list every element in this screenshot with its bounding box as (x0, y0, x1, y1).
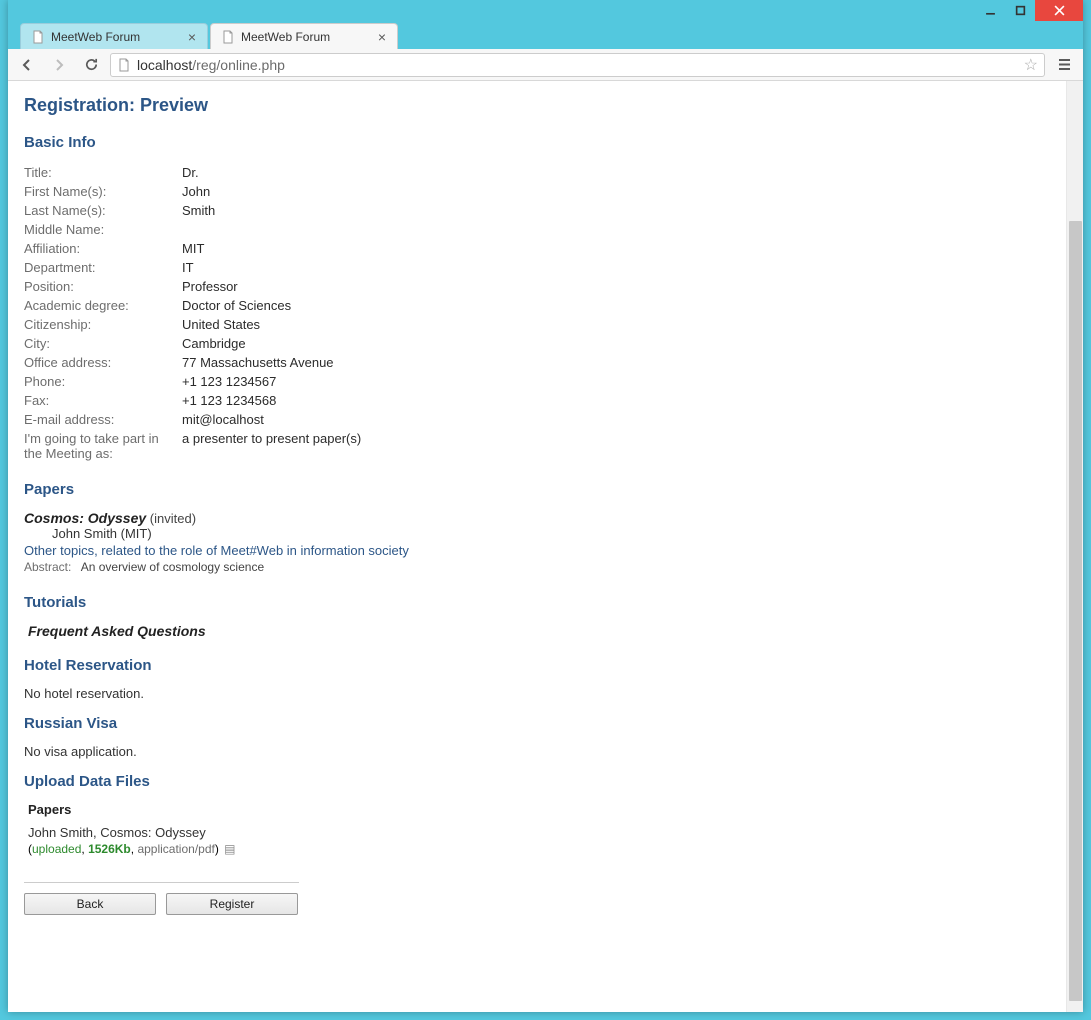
section-hotel: Hotel Reservation (24, 657, 1050, 674)
info-label: Office address: (24, 355, 182, 370)
info-value: John (182, 184, 210, 199)
info-label: Position: (24, 279, 182, 294)
info-row: I'm going to take part in the Meeting as… (24, 429, 1050, 463)
visa-text: No visa application. (24, 744, 1050, 759)
info-value: IT (182, 260, 194, 275)
tab-strip: MeetWeb Forum × MeetWeb Forum × (8, 21, 1083, 49)
window-titlebar (8, 0, 1083, 21)
info-row: Phone:+1 123 1234567 (24, 372, 1050, 391)
browser-menu-button[interactable] (1051, 52, 1077, 78)
browser-window: MeetWeb Forum × MeetWeb Forum × localhos… (8, 0, 1083, 1012)
forward-button[interactable] (46, 52, 72, 78)
info-value: mit@localhost (182, 412, 264, 427)
basic-info-table: Title:Dr.First Name(s):JohnLast Name(s):… (24, 163, 1050, 463)
paper-invited-tag: (invited) (150, 511, 196, 526)
section-upload: Upload Data Files (24, 773, 1050, 790)
info-label: Last Name(s): (24, 203, 182, 218)
info-row: E-mail address:mit@localhost (24, 410, 1050, 429)
scrollbar-vertical[interactable] (1066, 81, 1083, 1012)
paper-item: Cosmos: Odyssey (invited) John Smith (MI… (24, 510, 1050, 574)
info-row: Academic degree:Doctor of Sciences (24, 296, 1050, 315)
page-title: Registration: Preview (24, 95, 1050, 116)
page-icon (31, 30, 45, 44)
info-label: Fax: (24, 393, 182, 408)
info-value: +1 123 1234567 (182, 374, 276, 389)
browser-tab-1[interactable]: MeetWeb Forum × (210, 23, 398, 49)
info-row: Middle Name: (24, 220, 1050, 239)
info-row: First Name(s):John (24, 182, 1050, 201)
info-value: 77 Massachusetts Avenue (182, 355, 334, 370)
back-form-button[interactable]: Back (24, 893, 156, 915)
register-button[interactable]: Register (166, 893, 298, 915)
tab-title: MeetWeb Forum (241, 30, 330, 44)
info-label: Academic degree: (24, 298, 182, 313)
info-value: Smith (182, 203, 215, 218)
info-value: Dr. (182, 165, 199, 180)
tab-close-icon[interactable]: × (375, 30, 389, 44)
info-label: Department: (24, 260, 182, 275)
info-value: MIT (182, 241, 204, 256)
scrollbar-thumb[interactable] (1069, 221, 1082, 1001)
document-icon[interactable]: ▤ (224, 842, 235, 856)
info-label: First Name(s): (24, 184, 182, 199)
tab-title: MeetWeb Forum (51, 30, 140, 44)
info-row: City:Cambridge (24, 334, 1050, 353)
page-icon (117, 58, 131, 72)
info-row: Position:Professor (24, 277, 1050, 296)
uploaded-file-row: John Smith, Cosmos: Odyssey (28, 825, 1050, 840)
info-row: Department:IT (24, 258, 1050, 277)
info-row: Fax:+1 123 1234568 (24, 391, 1050, 410)
paper-title: Cosmos: Odyssey (24, 510, 146, 526)
section-papers: Papers (24, 481, 1050, 498)
upload-subheading: Papers (28, 802, 1050, 817)
back-button[interactable] (14, 52, 40, 78)
info-value: United States (182, 317, 260, 332)
bookmark-star-icon[interactable]: ☆ (1024, 55, 1038, 75)
info-label: I'm going to take part in the Meeting as… (24, 431, 182, 461)
paper-abstract: Abstract: An overview of cosmology scien… (24, 560, 1050, 574)
hotel-text: No hotel reservation. (24, 686, 1050, 701)
info-value: Professor (182, 279, 238, 294)
window-maximize-button[interactable] (1005, 0, 1035, 21)
tutorial-item: Frequent Asked Questions (28, 623, 1050, 639)
section-visa: Russian Visa (24, 715, 1050, 732)
window-close-button[interactable] (1035, 0, 1083, 21)
button-bar: Back Register (24, 893, 1050, 915)
info-label: Phone: (24, 374, 182, 389)
paper-author: John Smith (MIT) (52, 526, 1050, 541)
paper-topic: Other topics, related to the role of Mee… (24, 543, 1050, 558)
window-minimize-button[interactable] (975, 0, 1005, 21)
browser-tab-0[interactable]: MeetWeb Forum × (20, 23, 208, 49)
url-field[interactable]: localhost/reg/online.php ☆ (110, 53, 1045, 77)
info-label: Middle Name: (24, 222, 182, 237)
info-row: Affiliation:MIT (24, 239, 1050, 258)
info-label: Title: (24, 165, 182, 180)
address-bar: localhost/reg/online.php ☆ (8, 49, 1083, 81)
page-body: Registration: Preview Basic Info Title:D… (8, 81, 1066, 1012)
content-area: Registration: Preview Basic Info Title:D… (8, 81, 1083, 1012)
info-label: Affiliation: (24, 241, 182, 256)
info-value: Cambridge (182, 336, 246, 351)
info-label: City: (24, 336, 182, 351)
info-row: Office address:77 Massachusetts Avenue (24, 353, 1050, 372)
url-text: localhost/reg/online.php (137, 57, 285, 73)
info-value: Doctor of Sciences (182, 298, 291, 313)
separator (24, 882, 299, 883)
uploaded-file-meta: (uploaded, 1526Kb, application/pdf) ▤ (28, 842, 1050, 856)
info-row: Title:Dr. (24, 163, 1050, 182)
page-icon (221, 30, 235, 44)
reload-button[interactable] (78, 52, 104, 78)
section-basic-info: Basic Info (24, 134, 1050, 151)
info-value: +1 123 1234568 (182, 393, 276, 408)
info-row: Citizenship:United States (24, 315, 1050, 334)
info-value: a presenter to present paper(s) (182, 431, 361, 461)
info-label: Citizenship: (24, 317, 182, 332)
tab-close-icon[interactable]: × (185, 30, 199, 44)
section-tutorials: Tutorials (24, 594, 1050, 611)
info-row: Last Name(s):Smith (24, 201, 1050, 220)
info-label: E-mail address: (24, 412, 182, 427)
